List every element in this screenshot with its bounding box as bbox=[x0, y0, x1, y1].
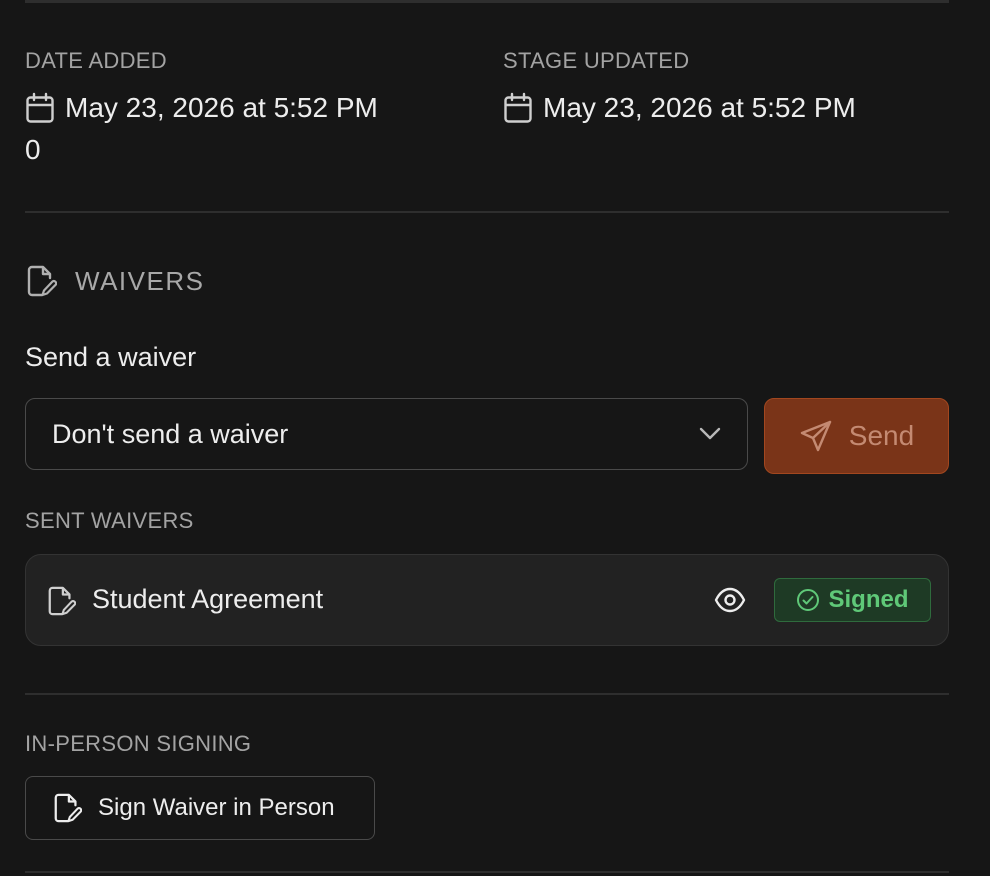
waiver-select[interactable]: Don't send a waiver bbox=[25, 398, 748, 470]
chevron-down-icon bbox=[699, 427, 721, 440]
document-sign-icon bbox=[54, 793, 82, 823]
stage-updated-value: May 23, 2026 at 5:52 PM bbox=[543, 92, 856, 123]
section-divider bbox=[25, 693, 949, 695]
send-waiver-label: Send a waiver bbox=[25, 342, 197, 372]
section-divider bbox=[25, 211, 949, 213]
waiver-panel: DATE ADDED May 23, 2026 at 5:52 PM 0 STA… bbox=[0, 0, 990, 876]
date-added-value: May 23, 2026 at 5:52 PM bbox=[65, 92, 378, 123]
sent-waivers-label: SENT WAIVERS bbox=[25, 508, 194, 533]
send-icon bbox=[800, 420, 831, 452]
in-person-signing-label: IN-PERSON SIGNING bbox=[25, 731, 252, 756]
document-sign-icon bbox=[27, 265, 57, 297]
stage-updated-block: STAGE UPDATED May 23, 2026 at 5:52 PM bbox=[503, 48, 856, 124]
date-added-row: May 23, 2026 at 5:52 PM bbox=[25, 92, 378, 124]
sign-in-person-label: Sign Waiver in Person bbox=[98, 794, 335, 821]
send-button-label: Send bbox=[848, 420, 915, 451]
date-added-extra: 0 bbox=[25, 134, 41, 165]
bottom-divider bbox=[25, 871, 949, 873]
date-added-block: DATE ADDED May 23, 2026 at 5:52 PM 0 bbox=[25, 48, 378, 166]
signed-status-label: Signed bbox=[828, 586, 909, 613]
calendar-icon bbox=[504, 92, 532, 123]
check-circle-icon bbox=[797, 589, 820, 611]
signed-status-badge: Signed bbox=[774, 578, 931, 622]
calendar-icon bbox=[26, 92, 54, 123]
sent-waiver-item: Student Agreement Signed bbox=[25, 554, 949, 646]
eye-icon[interactable] bbox=[714, 586, 746, 614]
date-added-label: DATE ADDED bbox=[25, 48, 167, 73]
top-divider bbox=[25, 0, 949, 3]
stage-updated-label: STAGE UPDATED bbox=[503, 48, 690, 73]
waiver-select-value: Don't send a waiver bbox=[52, 418, 289, 449]
waivers-section-title: WAIVERS bbox=[75, 265, 205, 296]
stage-updated-row: May 23, 2026 at 5:52 PM bbox=[503, 92, 856, 124]
waivers-section-header: WAIVERS bbox=[25, 264, 204, 298]
sign-in-person-button[interactable]: Sign Waiver in Person bbox=[25, 776, 375, 840]
send-waiver-button[interactable]: Send bbox=[764, 398, 949, 474]
document-sign-icon bbox=[48, 586, 76, 616]
sent-waiver-name: Student Agreement bbox=[92, 584, 324, 614]
